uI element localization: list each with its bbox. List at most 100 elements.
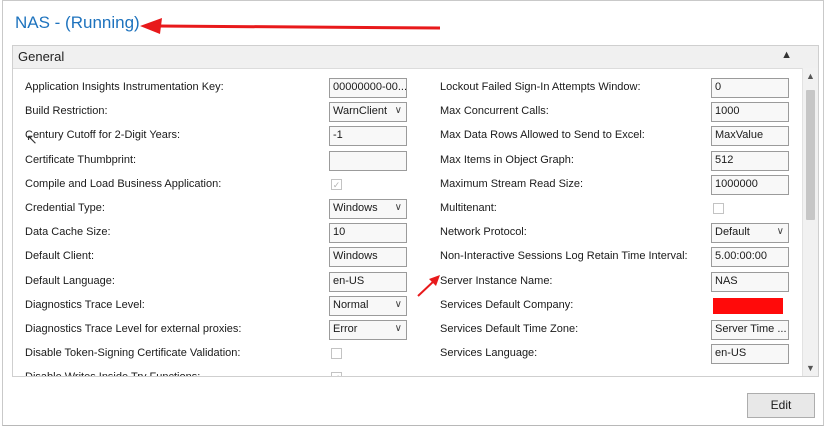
right-property-row: Max Concurrent Calls: 1000 <box>440 102 789 122</box>
mouse-cursor-icon: ↖ <box>26 131 38 147</box>
scroll-up-icon[interactable]: ▲ <box>806 71 815 81</box>
property-value: 5.00:00:00 <box>715 250 767 262</box>
right-property-row: Max Items in Object Graph: 512 <box>440 151 789 171</box>
property-value: Normal <box>333 299 369 311</box>
property-value: WarnClient <box>333 105 387 117</box>
property-value: 1000 <box>715 105 740 117</box>
right-property-row: Lockout Failed Sign-In Attempts Window: 0 <box>440 78 789 98</box>
chevron-down-icon[interactable]: ∨ <box>777 226 784 237</box>
property-value: 1000000 <box>715 178 758 190</box>
property-input[interactable]: 512 <box>711 151 789 171</box>
property-dropdown[interactable]: Windows ∨ <box>329 199 407 219</box>
right-property-row: Maximum Stream Read Size: 1000000 <box>440 175 789 195</box>
property-value: Windows <box>333 250 378 262</box>
left-property-row: Disable Writes Inside Try Functions: ✓ <box>25 368 407 377</box>
scroll-down-icon[interactable]: ▼ <box>806 363 815 373</box>
property-value: en-US <box>333 275 365 287</box>
property-checkbox[interactable] <box>713 203 724 214</box>
left-property-row: Century Cutoff for 2-Digit Years: -1 <box>25 126 407 146</box>
property-label: Default Client: <box>25 250 95 262</box>
property-checkbox[interactable]: ✓ <box>331 179 342 190</box>
redacted-value <box>713 298 783 314</box>
property-dropdown[interactable]: Normal ∨ <box>329 296 407 316</box>
check-icon: ✓ <box>332 180 341 190</box>
property-input[interactable]: -1 <box>329 126 407 146</box>
left-property-row: Diagnostics Trace Level: Normal ∨ <box>25 296 407 316</box>
property-label: Non-Interactive Sessions Log Retain Time… <box>440 250 688 262</box>
left-property-row: Disable Token-Signing Certificate Valida… <box>25 344 407 364</box>
property-dropdown[interactable]: Default ∨ <box>711 223 789 243</box>
right-property-row: Services Default Company: <box>440 296 789 316</box>
property-input[interactable]: Server Time ... <box>711 320 789 340</box>
property-value: Error <box>333 323 358 335</box>
left-property-row: Default Client: Windows <box>25 247 407 267</box>
property-value: NAS <box>715 275 738 287</box>
left-property-row: Data Cache Size: 10 <box>25 223 407 243</box>
right-property-row: Services Language: en-US <box>440 344 789 364</box>
property-value: 10 <box>333 226 346 238</box>
right-property-row: Network Protocol: Default ∨ <box>440 223 789 243</box>
edit-button[interactable]: Edit <box>747 393 815 418</box>
right-property-row: Server Instance Name: NAS <box>440 272 789 292</box>
left-property-row: Certificate Thumbprint: <box>25 151 407 171</box>
property-input[interactable]: en-US <box>329 272 407 292</box>
property-input[interactable]: MaxValue <box>711 126 789 146</box>
general-panel: General ▲ ▲ ▼ Application Insights Instr… <box>12 45 819 377</box>
left-property-row: Credential Type: Windows ∨ <box>25 199 407 219</box>
annotation-arrow-small-icon <box>417 275 440 297</box>
scroll-thumb[interactable] <box>806 90 815 220</box>
property-label: Max Data Rows Allowed to Send to Excel: <box>440 129 645 141</box>
property-input[interactable]: 10 <box>329 223 407 243</box>
property-input[interactable]: 00000000-00... <box>329 78 407 98</box>
chevron-down-icon[interactable]: ∨ <box>395 105 402 116</box>
property-label: Max Concurrent Calls: <box>440 105 549 117</box>
property-label: Network Protocol: <box>440 226 527 238</box>
section-header-general[interactable]: General ▲ <box>13 46 818 69</box>
property-label: Certificate Thumbprint: <box>25 154 137 166</box>
property-dropdown[interactable]: WarnClient ∨ <box>329 102 407 122</box>
property-value: 00000000-00... <box>333 81 407 93</box>
right-property-row: Non-Interactive Sessions Log Retain Time… <box>440 247 789 267</box>
property-label: Disable Writes Inside Try Functions: <box>25 371 201 377</box>
property-checkbox[interactable]: ✓ <box>331 372 342 376</box>
property-input[interactable]: Windows <box>329 247 407 267</box>
chevron-down-icon[interactable]: ∨ <box>395 299 402 310</box>
property-input[interactable]: NAS <box>711 272 789 292</box>
property-input[interactable]: 1000000 <box>711 175 789 195</box>
right-property-row: Max Data Rows Allowed to Send to Excel: M… <box>440 126 789 146</box>
property-input[interactable]: 1000 <box>711 102 789 122</box>
property-label: Multitenant: <box>440 202 497 214</box>
left-property-row: Compile and Load Business Application: ✓ <box>25 175 407 195</box>
property-dropdown[interactable]: Error ∨ <box>329 320 407 340</box>
property-checkbox[interactable] <box>331 348 342 359</box>
property-label: Services Language: <box>440 347 538 359</box>
property-input[interactable]: 0 <box>711 78 789 98</box>
chevron-down-icon[interactable]: ∨ <box>395 202 402 213</box>
property-label: Default Language: <box>25 275 115 287</box>
property-label: Diagnostics Trace Level: <box>25 299 145 311</box>
property-input[interactable]: 5.00:00:00 <box>711 247 789 267</box>
left-property-row: Diagnostics Trace Level for external pro… <box>25 320 407 340</box>
property-value: MaxValue <box>715 129 764 141</box>
chevron-down-icon[interactable]: ∨ <box>395 323 402 334</box>
left-property-row: Application Insights Instrumentation Key… <box>25 78 407 98</box>
chevron-up-icon[interactable]: ▲ <box>781 49 792 61</box>
section-title: General <box>18 49 65 64</box>
right-property-row: Services Default Time Zone: Server Time .… <box>440 320 789 340</box>
annotation-arrow-icon <box>140 18 441 34</box>
left-property-row: Default Language: en-US <box>25 272 407 292</box>
property-label: Max Items in Object Graph: <box>440 154 574 166</box>
property-label: Century Cutoff for 2-Digit Years: <box>25 129 181 141</box>
property-label: Services Default Company: <box>440 299 574 311</box>
vertical-scrollbar[interactable]: ▲ ▼ <box>802 68 818 376</box>
property-value: -1 <box>333 129 343 141</box>
right-property-row: Multitenant: <box>440 199 789 219</box>
property-label: Application Insights Instrumentation Key… <box>25 81 224 93</box>
property-label: Data Cache Size: <box>25 226 111 238</box>
property-input[interactable] <box>329 151 407 171</box>
property-value: Windows <box>333 202 378 214</box>
left-property-row: Build Restriction: WarnClient ∨ <box>25 102 407 122</box>
property-label: Build Restriction: <box>25 105 108 117</box>
property-input[interactable]: en-US <box>711 344 789 364</box>
property-value: 0 <box>715 81 722 93</box>
